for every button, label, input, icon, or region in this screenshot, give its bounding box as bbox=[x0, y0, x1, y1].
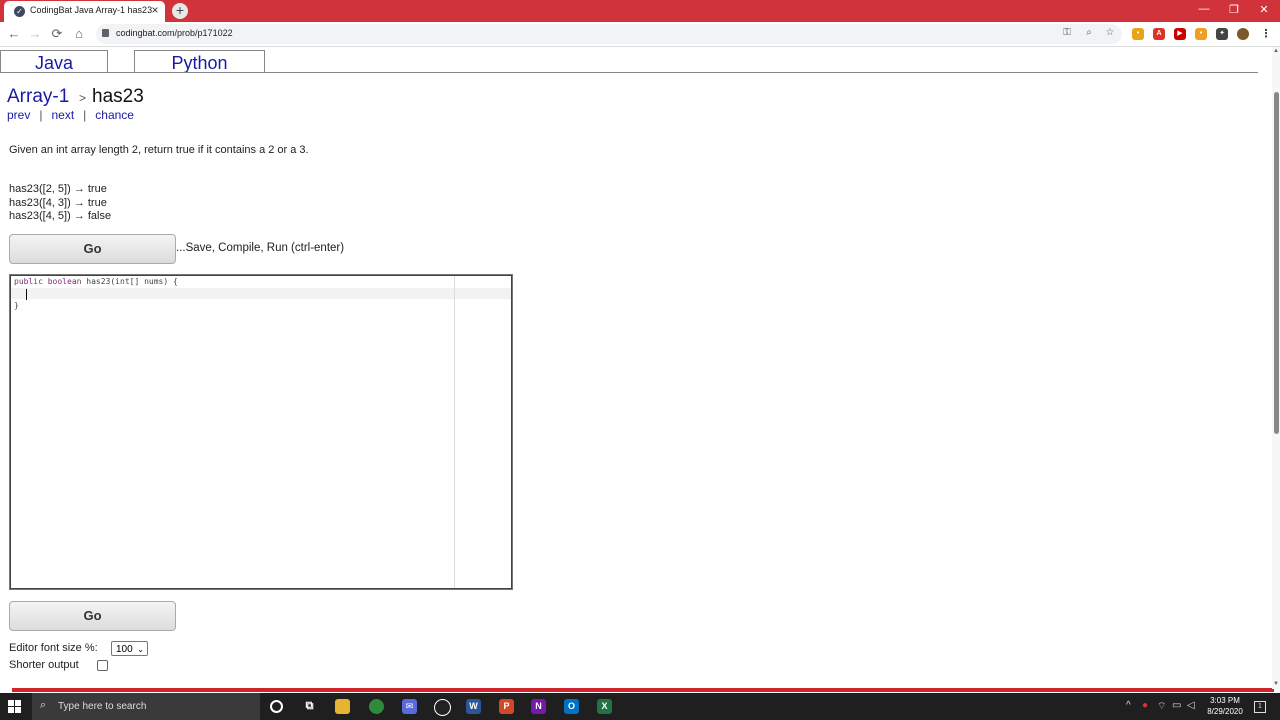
shorter-output-checkbox[interactable] bbox=[97, 660, 108, 671]
codingbat-icon: ✓ bbox=[14, 6, 25, 17]
maximize-button[interactable]: ❐ bbox=[1226, 3, 1242, 16]
tab-java[interactable]: Java bbox=[0, 50, 108, 73]
browser-tab-title: CodingBat Java Array-1 has23 bbox=[30, 5, 153, 15]
code-keyword: public bbox=[14, 277, 43, 286]
profile-avatar[interactable] bbox=[1237, 28, 1249, 40]
next-link[interactable]: next bbox=[51, 108, 74, 122]
outlook-icon[interactable]: O bbox=[564, 699, 579, 714]
youtube-extension-icon[interactable]: ▶ bbox=[1174, 28, 1186, 40]
nav-separator: | bbox=[39, 108, 43, 122]
example-line: has23([4, 5]) → false bbox=[9, 210, 112, 222]
taskbar-clock[interactable]: 3:03 PM 8/29/2020 bbox=[1200, 695, 1250, 717]
go-button[interactable]: Go bbox=[9, 234, 176, 264]
zoom-icon[interactable]: ⌕ bbox=[1082, 27, 1096, 38]
print-margin bbox=[454, 276, 455, 588]
reload-icon[interactable]: ⟳ bbox=[49, 26, 65, 42]
cortana-icon[interactable] bbox=[270, 700, 283, 713]
scrollbar-thumb[interactable] bbox=[1274, 92, 1279, 434]
tab-divider bbox=[0, 72, 1258, 73]
breadcrumb-section-link[interactable]: Array-1 bbox=[7, 86, 69, 108]
nav-separator: | bbox=[83, 108, 87, 122]
go-button-bottom[interactable]: Go bbox=[9, 601, 176, 631]
chance-link[interactable]: chance bbox=[95, 108, 134, 122]
key-icon[interactable]: ⚿ bbox=[1060, 27, 1074, 38]
minimize-button[interactable]: — bbox=[1196, 3, 1212, 15]
volume-icon[interactable]: ◁ bbox=[1187, 700, 1195, 711]
scroll-down-icon[interactable]: ▼ bbox=[1272, 681, 1280, 687]
active-line-highlight bbox=[11, 288, 511, 299]
network-icon[interactable]: ▭ bbox=[1172, 700, 1181, 711]
font-size-label: Editor font size %: bbox=[9, 642, 98, 654]
lock-icon bbox=[102, 29, 109, 37]
url-text[interactable]: codingbat.com/prob/p171022 bbox=[116, 28, 233, 38]
close-tab-icon[interactable]: × bbox=[149, 3, 161, 17]
file-explorer-icon[interactable] bbox=[335, 699, 350, 714]
code-editor[interactable]: public boolean has23(int[] nums) { } bbox=[9, 274, 513, 590]
tray-app-icon[interactable]: ● bbox=[1142, 700, 1148, 711]
wifi-icon[interactable]: ⌔ bbox=[1157, 700, 1166, 713]
browser-tab[interactable]: ✓ CodingBat Java Array-1 has23 × bbox=[4, 1, 165, 22]
page-content: Java Python Array-1 > has23 prev | next | ch… bbox=[0, 47, 1272, 689]
home-icon[interactable]: ⌂ bbox=[71, 26, 87, 42]
text-caret bbox=[26, 289, 27, 300]
clock-date: 8/29/2020 bbox=[1207, 707, 1243, 716]
font-size-select[interactable]: 100 ⌄ bbox=[111, 641, 148, 656]
font-size-value: 100 bbox=[116, 644, 133, 655]
extension-lightbulb-icon[interactable]: • bbox=[1132, 28, 1144, 40]
browser-tab-strip: ✓ CodingBat Java Array-1 has23 × + — ❐ ✕ bbox=[0, 0, 1280, 22]
code-line-signature[interactable]: public boolean has23(int[] nums) { bbox=[14, 277, 178, 286]
prev-link[interactable]: prev bbox=[7, 108, 30, 122]
notification-icon[interactable]: 1 bbox=[1254, 701, 1266, 713]
save-compile-hint: ...Save, Compile, Run (ctrl-enter) bbox=[176, 242, 345, 254]
search-icon: ⌕ bbox=[40, 699, 47, 711]
code-signature: has23(int[] nums) { bbox=[86, 277, 178, 286]
extensions-puzzle-icon[interactable]: ✦ bbox=[1216, 28, 1228, 40]
word-icon[interactable]: W bbox=[466, 699, 481, 714]
adblock-icon[interactable]: A bbox=[1153, 28, 1165, 40]
scroll-up-icon[interactable]: ▲ bbox=[1272, 48, 1280, 54]
code-keyword: boolean bbox=[47, 277, 82, 286]
footer-accent-bar bbox=[12, 688, 1274, 692]
close-window-button[interactable]: ✕ bbox=[1256, 3, 1272, 16]
tray-chevron-up-icon[interactable]: ^ bbox=[1126, 700, 1131, 711]
extension-icon[interactable]: • bbox=[1195, 28, 1207, 40]
tab-python[interactable]: Python bbox=[134, 50, 265, 73]
breadcrumb-separator: > bbox=[79, 91, 87, 105]
onenote-icon[interactable]: N bbox=[531, 699, 546, 714]
task-view-icon[interactable]: ⧉ bbox=[302, 699, 317, 714]
clock-time: 3:03 PM bbox=[1210, 696, 1240, 705]
windows-start-icon[interactable] bbox=[8, 700, 22, 714]
address-bar[interactable]: codingbat.com/prob/p171022 ⚿ ⌕ ☆ bbox=[96, 24, 1122, 44]
chrome-menu-icon[interactable]: ⋮ bbox=[1260, 28, 1272, 40]
taskbar-search-placeholder[interactable]: Type here to search bbox=[58, 701, 146, 712]
app-icon[interactable]: ✉ bbox=[402, 699, 417, 714]
shorter-output-label: Shorter output bbox=[9, 659, 79, 671]
page-title: has23 bbox=[92, 86, 144, 107]
chevron-down-icon: ⌄ bbox=[137, 645, 144, 654]
problem-description: Given an int array length 2, return true… bbox=[9, 144, 309, 156]
back-arrow-icon[interactable]: ← bbox=[6, 26, 22, 42]
code-line-close[interactable]: } bbox=[14, 301, 19, 310]
forward-arrow-icon[interactable]: → bbox=[27, 26, 43, 42]
windows-taskbar: ⌕ Type here to search ⧉ ✉ W P N O X ^ ● … bbox=[0, 693, 1280, 720]
bookmark-star-icon[interactable]: ☆ bbox=[1103, 27, 1117, 38]
example-line: has23([4, 3]) → true bbox=[9, 197, 107, 209]
excel-icon[interactable]: X bbox=[597, 699, 612, 714]
browser-toolbar: ← → ⟳ ⌂ codingbat.com/prob/p171022 ⚿ ⌕ ☆ bbox=[0, 22, 1280, 47]
example-line: has23([2, 5]) → true bbox=[9, 183, 107, 195]
powerpoint-icon[interactable]: P bbox=[499, 699, 514, 714]
github-icon[interactable] bbox=[434, 699, 451, 716]
taskbar-search-box[interactable]: ⌕ Type here to search bbox=[32, 693, 260, 720]
new-tab-button[interactable]: + bbox=[172, 3, 188, 19]
problem-nav: prev | next | chance bbox=[7, 108, 134, 122]
chrome-taskbar-icon[interactable] bbox=[369, 699, 384, 714]
